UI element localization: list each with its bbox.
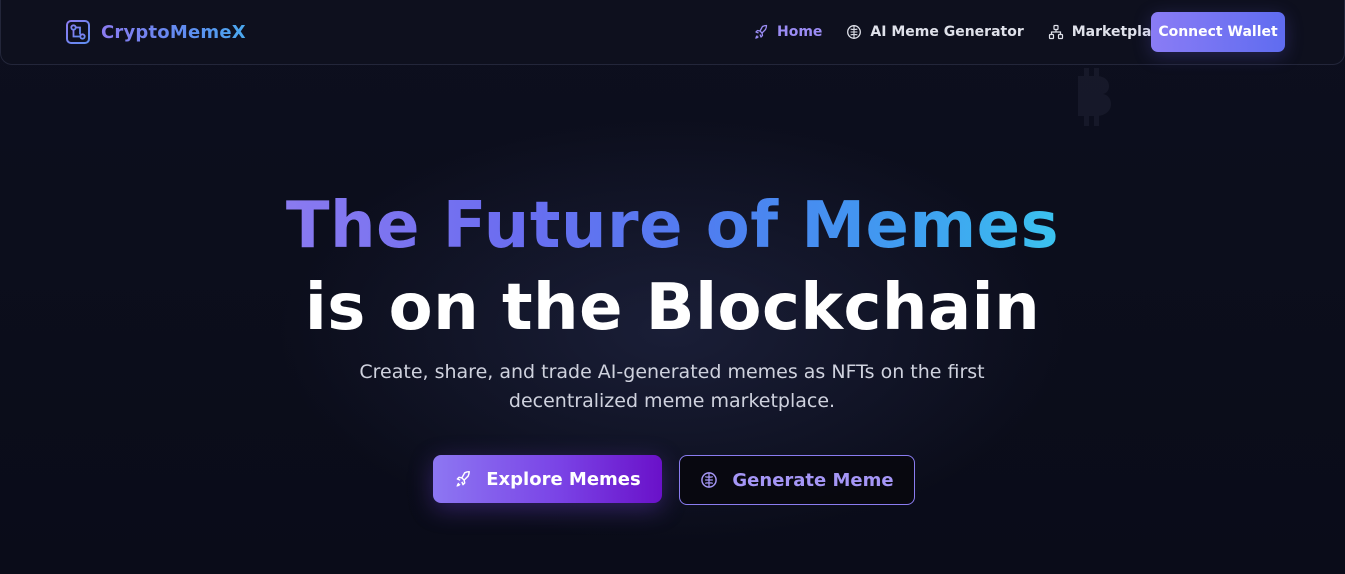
hero-title: The Future of Memes is on the Blockchain: [0, 190, 1345, 344]
nav-item-ai-meme-generator[interactable]: AI Meme Generator: [846, 20, 1024, 44]
nav-item-label: AI Meme Generator: [870, 24, 1024, 40]
rocket-icon: [456, 470, 471, 487]
hero-title-gradient-line: The Future of Memes: [285, 189, 1060, 263]
explore-memes-button[interactable]: Explore Memes: [433, 455, 662, 503]
brand-logo[interactable]: CryptoMemeX: [65, 18, 246, 46]
nav-item-label: Home: [777, 24, 823, 40]
page: CryptoMemeX Home AI Meme Generator Marke…: [0, 0, 1345, 574]
nav-links: Home AI Meme Generator Marketplace: [753, 20, 1169, 44]
connect-wallet-button[interactable]: Connect Wallet: [1151, 12, 1285, 52]
generate-meme-label: Generate Meme: [732, 469, 894, 491]
rocket-icon: [755, 24, 768, 39]
cta-row: Explore Memes Generate Meme: [433, 455, 915, 505]
brain-icon: [701, 472, 718, 488]
hero-subtitle: Create, share, and trade AI-generated me…: [359, 361, 985, 412]
brain-icon: [847, 25, 862, 39]
bitcoin-watermark-icon: [1078, 68, 1111, 126]
nav-item-home[interactable]: Home: [753, 20, 822, 44]
navbar: CryptoMemeX Home AI Meme Generator Marke…: [0, 0, 1345, 65]
generate-meme-button[interactable]: Generate Meme: [679, 455, 915, 505]
brand-name: CryptoMemeX: [101, 21, 246, 43]
hero-title-white-line: is on the Blockchain: [304, 271, 1041, 345]
circuit-logo-icon: [66, 20, 90, 44]
network-icon: [1048, 24, 1063, 40]
explore-memes-label: Explore Memes: [486, 468, 641, 490]
